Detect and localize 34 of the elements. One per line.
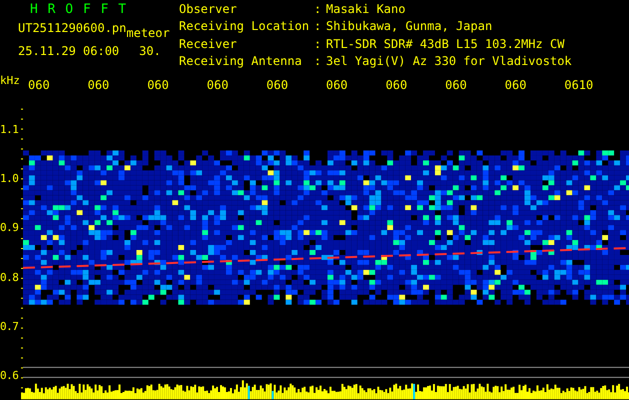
separator: : — [314, 20, 322, 36]
frequency-label: 0.9 — [0, 221, 18, 234]
separator: : — [314, 54, 322, 70]
app-title: H R O F F T — [29, 3, 128, 17]
time-label: 060 — [88, 78, 110, 92]
separator: : — [314, 3, 322, 18]
time-label: 060 — [445, 78, 468, 92]
info-value: Shibukawa, Gunma, Japan — [326, 20, 494, 36]
time-label: 060 — [28, 78, 51, 92]
info-label: Receiving Location — [179, 20, 310, 36]
time-label: 060 — [504, 78, 528, 92]
date-time: 25.11.29 06:00 — [18, 45, 120, 58]
frequency-label: 1.1 — [0, 123, 18, 136]
duration-value: 30. — [139, 45, 161, 58]
info-label: Receiver — [179, 38, 238, 52]
info-value: 3el Yagi(V) Az 330 for Vladivostok — [326, 54, 572, 70]
time-label: 060 — [206, 78, 230, 92]
info-value: Masaki Kano — [326, 3, 406, 18]
separator: : — [314, 38, 322, 52]
file-name: UT2511290600.pn — [18, 22, 126, 35]
frequency-label: 0.7 — [0, 320, 18, 333]
time-label: 060 — [147, 78, 170, 92]
time-label: 0610 — [564, 78, 594, 92]
info-value: RTL-SDR SDR# 43dB L15 103.2MHz CW — [326, 38, 566, 52]
time-label: 060 — [326, 78, 349, 92]
event-type: meteor — [126, 27, 170, 40]
frequency-label: 0.8 — [0, 270, 18, 284]
frequency-label: 1.0 — [0, 172, 18, 186]
time-label: 060 — [386, 78, 408, 92]
info-label: Observer — [179, 3, 238, 18]
unit-label: kHz — [0, 74, 21, 86]
time-label: 060 — [266, 78, 290, 92]
info-label: Receiving Antenna — [179, 54, 303, 70]
frequency-label: 0.6 — [0, 368, 18, 382]
